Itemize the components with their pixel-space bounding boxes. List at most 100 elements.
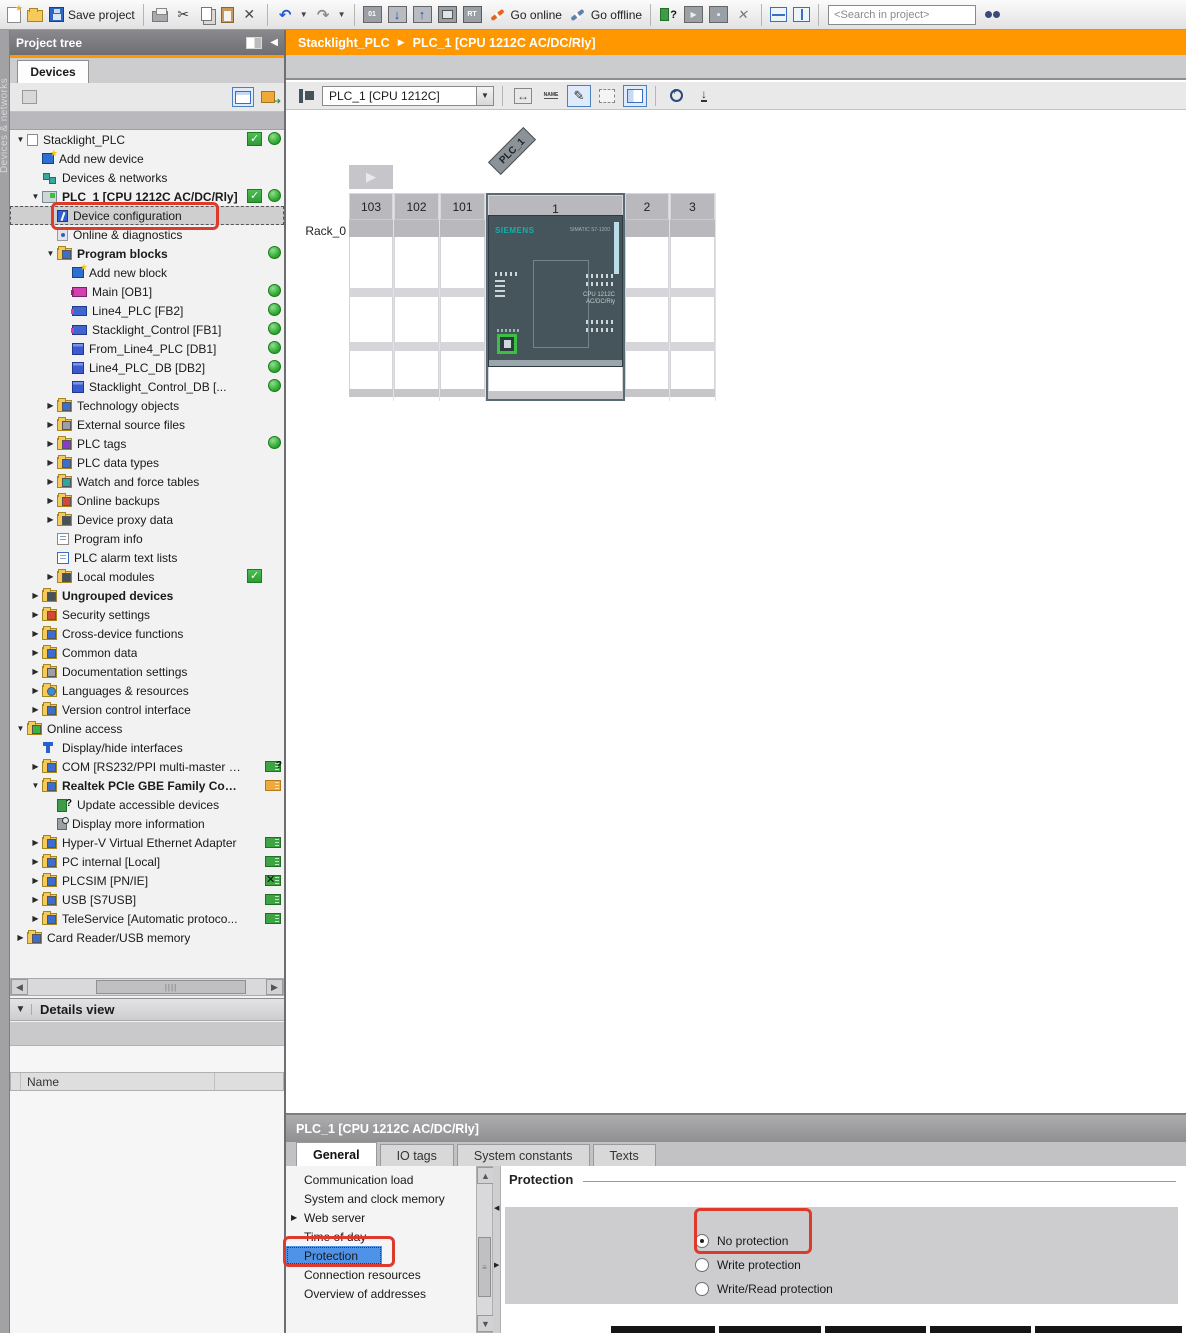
expander-closed-icon[interactable]: ▶ (29, 705, 42, 714)
slot-cell[interactable] (394, 219, 439, 237)
save-project-button[interactable]: Save project (46, 2, 138, 28)
slot-cell[interactable] (625, 297, 669, 342)
rack-slot-2[interactable]: 2 (625, 193, 670, 401)
breadcrumb-project[interactable]: Stacklight_PLC (298, 36, 390, 50)
expander-closed-icon[interactable]: ▶ (29, 857, 42, 866)
expander-closed-icon[interactable]: ▶ (29, 914, 42, 923)
slot-cell[interactable] (394, 237, 439, 288)
slot-cell[interactable] (394, 297, 439, 342)
accessible-devices-button[interactable] (656, 2, 681, 28)
expander-open-icon[interactable]: ▼ (14, 724, 27, 733)
overview-columns-icon[interactable] (623, 85, 647, 107)
tree-item-card-reader-usb-memory[interactable]: ▶Card Reader/USB memory (10, 928, 284, 947)
nav-item-protection[interactable]: Protection (286, 1246, 382, 1265)
resize-slot-icon[interactable] (511, 85, 535, 107)
slot-cell[interactable] (349, 237, 393, 288)
expander-closed-icon[interactable]: ▶ (29, 838, 42, 847)
details-view-header[interactable]: ▼ Details view (10, 998, 284, 1021)
device-view-canvas[interactable]: PLC_1 Rack_0 1031021011SIEMENSSIMATIC S7… (286, 110, 1186, 1090)
expander-closed-icon[interactable]: ▶ (44, 496, 57, 505)
nav-item-system-and-clock-memory[interactable]: System and clock memory (286, 1189, 476, 1208)
scroll-up-icon[interactable]: ▲ (477, 1167, 494, 1184)
slot-cell[interactable] (349, 219, 393, 237)
save-view-icon[interactable] (692, 85, 716, 107)
tree-item-hyper-v-virtual-ethernet-adapter[interactable]: ▶Hyper-V Virtual Ethernet Adapter (10, 833, 284, 852)
tree-item-security-settings[interactable]: ▶Security settings (10, 605, 284, 624)
copy-button[interactable] (196, 2, 218, 28)
scrollbar-thumb[interactable]: |||| (96, 980, 246, 994)
expander-open-icon[interactable]: ▼ (29, 781, 42, 790)
slot-cell[interactable] (670, 219, 715, 237)
grid-icon[interactable] (595, 85, 619, 107)
paste-button[interactable] (218, 2, 237, 28)
slot-cell[interactable] (349, 297, 393, 342)
configure-view-icon[interactable] (18, 87, 40, 107)
expander-closed-icon[interactable]: ▶ (291, 1213, 297, 1222)
tree-item-documentation-settings[interactable]: ▶Documentation settings (10, 662, 284, 681)
slot-cell[interactable] (670, 342, 715, 351)
tree-item-stacklight-plc[interactable]: ▼Stacklight_PLC (10, 130, 284, 149)
start-cpu-button[interactable] (435, 2, 460, 28)
tree-item-online-backups[interactable]: ▶Online backups (10, 491, 284, 510)
slot-cell[interactable] (625, 288, 669, 297)
slot-cell[interactable] (625, 342, 669, 351)
nav-item-communication-load[interactable]: Communication load (286, 1170, 476, 1189)
expander-closed-icon[interactable]: ▶ (29, 876, 42, 885)
expander-open-icon[interactable]: ▼ (44, 249, 57, 258)
rack-slot-1[interactable]: 1SIEMENSSIMATIC S7-1200CPU 1212CAC/DC/Rl… (486, 193, 625, 401)
expander-closed-icon[interactable]: ▶ (44, 401, 57, 410)
tab-devices[interactable]: Devices (17, 60, 89, 83)
upload-from-device-button[interactable] (410, 2, 435, 28)
expander-closed-icon[interactable]: ▶ (44, 458, 57, 467)
scrollbar-thumb[interactable]: ≡ (478, 1237, 491, 1297)
expander-closed-icon[interactable]: ▶ (29, 667, 42, 676)
dropdown-caret-icon[interactable]: ▼ (300, 10, 308, 19)
split-vertical-button[interactable] (790, 2, 813, 28)
tree-item-technology-objects[interactable]: ▶Technology objects (10, 396, 284, 415)
expander-open-icon[interactable]: ▼ (14, 135, 27, 144)
tree-item-stacklight-control-fb1[interactable]: Stacklight_Control [FB1] (10, 320, 284, 339)
slot-cell[interactable] (440, 351, 485, 389)
rack-slot-101[interactable]: 101 (440, 193, 486, 401)
tree-item-plc-alarm-text-lists[interactable]: PLC alarm text lists (10, 548, 284, 567)
tree-item-line4-plc-fb2[interactable]: Line4_PLC [FB2] (10, 301, 284, 320)
print-button[interactable] (149, 2, 171, 28)
tree-item-program-info[interactable]: Program info (10, 529, 284, 548)
tab-system-constants[interactable]: System constants (457, 1144, 590, 1166)
cut-button[interactable] (171, 2, 196, 28)
slot-cell[interactable] (670, 389, 715, 397)
tree-item-display-hide-interfaces[interactable]: Display/hide interfaces (10, 738, 284, 757)
rack-expand-button[interactable] (349, 165, 393, 189)
slot-cell[interactable] (625, 237, 669, 288)
tree-item-online-access[interactable]: ▼Online access (10, 719, 284, 738)
rack-slot-103[interactable]: 103 (349, 193, 394, 401)
tree-item-add-new-block[interactable]: Add new block (10, 263, 284, 282)
tab-general[interactable]: General (296, 1142, 377, 1166)
download-to-device-button[interactable] (385, 2, 410, 28)
slot-cell[interactable] (670, 237, 715, 288)
profinet-port-icon[interactable] (497, 334, 517, 354)
go-online-button[interactable]: Go online (485, 2, 565, 28)
splitter-left-icon[interactable]: ◀ (494, 1204, 499, 1212)
expander-closed-icon[interactable]: ▶ (44, 420, 57, 429)
slot-cell[interactable] (625, 389, 669, 397)
tree-item-teleservice-automatic-protoco[interactable]: ▶TeleService [Automatic protoco... (10, 909, 284, 928)
tree-item-languages-resources[interactable]: ▶Languages & resources (10, 681, 284, 700)
cpu-module[interactable]: SIEMENSSIMATIC S7-1200CPU 1212CAC/DC/Rly (488, 215, 623, 367)
nav-vertical-scrollbar[interactable]: ▲ ≡ ▼ (476, 1166, 493, 1333)
rack-slot-3[interactable]: 3 (670, 193, 716, 401)
splitter[interactable]: ◀ ▶ (493, 1166, 501, 1333)
tree-item-device-proxy-data[interactable]: ▶Device proxy data (10, 510, 284, 529)
rack-slot-102[interactable]: 102 (394, 193, 440, 401)
topology-icon[interactable] (294, 85, 318, 107)
slot-cell[interactable] (394, 389, 439, 397)
device-name-tag[interactable]: PLC_1 (488, 127, 536, 175)
panel-layout-icon[interactable] (246, 37, 262, 49)
nav-item-connection-resources[interactable]: Connection resources (286, 1265, 476, 1284)
slot-cell[interactable] (440, 297, 485, 342)
nav-item-overview-of-addresses[interactable]: Overview of addresses (286, 1284, 476, 1303)
slot-cell[interactable] (349, 288, 393, 297)
dropdown-caret-icon[interactable]: ▼ (338, 10, 346, 19)
expander-closed-icon[interactable]: ▶ (14, 933, 27, 942)
chevron-down-icon[interactable]: ▼ (476, 87, 493, 105)
